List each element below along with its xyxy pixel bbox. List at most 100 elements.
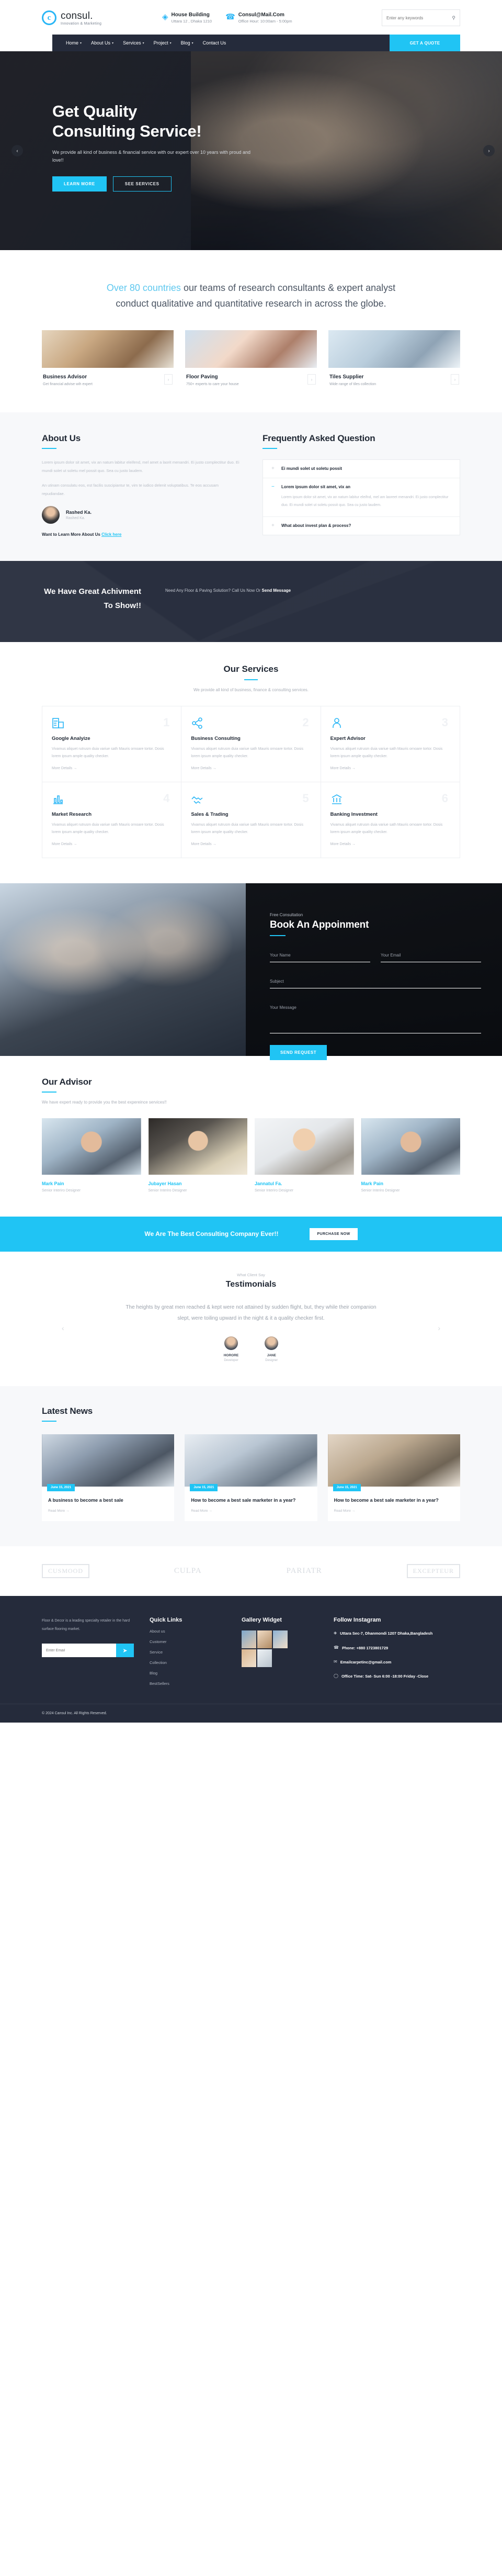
- header-info-address: ◈ House Building Uttara 12 , Dhaka 1210: [162, 12, 212, 24]
- phone-icon: ☎: [334, 1645, 339, 1650]
- service-card[interactable]: 3 Expert Advisor Vivamus aliquet rutrusm…: [321, 706, 460, 782]
- purchase-now-button[interactable]: PURCHASE NOW: [310, 1228, 358, 1240]
- search-icon[interactable]: ⚲: [452, 15, 455, 21]
- read-more-link[interactable]: Read More →: [334, 1509, 454, 1513]
- services-subtitle: We provide all kind of business, finance…: [193, 687, 309, 692]
- news-image: June 15, 2021: [185, 1434, 317, 1491]
- service-card[interactable]: 2 Business Consulting Vivamus aliquet ru…: [181, 706, 321, 782]
- read-more-link[interactable]: Read More →: [191, 1509, 311, 1513]
- service-title: Expert Advisor: [330, 735, 366, 741]
- testimonial-next-button[interactable]: ›: [438, 1324, 440, 1332]
- brand-logo: PARIATR: [286, 1567, 322, 1576]
- service-card[interactable]: 6 Banking Investment Vivamus aliquet rut…: [321, 782, 460, 858]
- nav-item-contact-us[interactable]: Contact Us: [203, 40, 226, 46]
- nav-item-services[interactable]: Services ▾: [123, 40, 144, 46]
- faq-item[interactable]: + What about invest plan & process?: [263, 517, 460, 535]
- footer-link-bestsellers[interactable]: BestSellers: [150, 1681, 228, 1686]
- nav-item-blog[interactable]: Blog ▾: [181, 40, 193, 46]
- avatar: [42, 506, 60, 524]
- brand-logo: EXCEPTEUR: [406, 1564, 460, 1579]
- newsletter-form[interactable]: ➤: [42, 1644, 134, 1658]
- gallery-thumb[interactable]: [257, 1649, 272, 1668]
- header-search[interactable]: ⚲: [382, 9, 460, 26]
- get-a-quote-button[interactable]: GET A QUOTE: [390, 35, 460, 51]
- read-more-link[interactable]: Read More →: [48, 1509, 168, 1513]
- feature-card[interactable]: Floor Paving 750+ experts to care your h…: [185, 330, 317, 386]
- testimonials-heading: Testimonials: [225, 1279, 277, 1289]
- service-card[interactable]: 4 Market Research Vivamus aliquet rutrus…: [42, 782, 181, 858]
- send-request-button[interactable]: SEND REQUEST: [270, 1044, 327, 1060]
- email-field[interactable]: Your Email: [381, 950, 481, 962]
- nav-item-about-us[interactable]: About Us ▾: [91, 40, 113, 46]
- gallery-thumb[interactable]: [257, 1630, 272, 1649]
- user-tie-icon: [330, 717, 450, 730]
- chevron-right-icon[interactable]: ›: [451, 374, 459, 385]
- info-title: House Building: [171, 12, 210, 18]
- feature-card[interactable]: Tiles Supplier Wide range of tiles colle…: [328, 330, 460, 386]
- footer-link-about-us[interactable]: About us: [150, 1629, 228, 1634]
- service-card[interactable]: 1 Google Analyize Vivamus aliquet rutrus…: [42, 706, 181, 782]
- service-card[interactable]: 5 Sales & Trading Vivamus aliquet rutrus…: [181, 782, 321, 858]
- hero-title-line2: Consulting Service!: [52, 121, 202, 140]
- gallery-thumb[interactable]: [242, 1649, 256, 1668]
- plus-icon[interactable]: +: [271, 523, 276, 528]
- testimonial-author[interactable]: HORORE Developer: [224, 1336, 238, 1362]
- feature-card[interactable]: Business Advisor Get financial advise wi…: [42, 330, 174, 386]
- newsletter-email-input[interactable]: [42, 1644, 116, 1658]
- faq-item[interactable]: − Lorem ipsum dolor sit amet, vix an Lor…: [263, 478, 460, 518]
- chevron-right-icon[interactable]: ›: [307, 374, 316, 385]
- nav-item-home[interactable]: Home ▾: [66, 40, 82, 46]
- plus-icon[interactable]: +: [271, 466, 276, 471]
- promo-title: We Are The Best Consulting Company Ever!…: [144, 1230, 279, 1238]
- testimonial-author-name: JANE: [267, 1353, 276, 1357]
- minus-icon[interactable]: −: [271, 485, 276, 490]
- more-details-link[interactable]: More Details →: [52, 767, 172, 770]
- footer-link-service[interactable]: Service: [150, 1650, 228, 1655]
- testimonials-section: What Client Say Testimonials ‹ › The hei…: [0, 1252, 502, 1386]
- see-services-button[interactable]: SEE SERVICES: [112, 176, 172, 192]
- search-input[interactable]: [386, 15, 450, 20]
- footer-link-blog[interactable]: Blog: [150, 1671, 228, 1675]
- more-details-link[interactable]: More Details →: [330, 842, 450, 846]
- chevron-right-icon[interactable]: ›: [164, 374, 173, 385]
- more-details-link[interactable]: More Details →: [191, 842, 311, 846]
- chevron-down-icon: ▾: [80, 41, 82, 45]
- appointment-section: Free Consultation Book An Appoinment You…: [0, 883, 502, 1060]
- gallery-thumb[interactable]: [242, 1630, 256, 1649]
- name-field[interactable]: Your Name: [270, 950, 370, 962]
- about-author: Rashed Ka. Rashed Ka.: [42, 506, 239, 524]
- advisor-card[interactable]: Jubayer Hasan Senior Interiro Designer: [148, 1118, 247, 1193]
- faq-column: Frequently Asked Question + Ei mundi sol…: [263, 433, 460, 537]
- message-field[interactable]: Your Message: [270, 1002, 481, 1033]
- name-placeholder: Your Name: [270, 952, 291, 958]
- gallery-grid: [242, 1630, 320, 1668]
- more-details-link[interactable]: More Details →: [330, 767, 450, 770]
- subject-field[interactable]: Subject: [270, 976, 481, 988]
- footer-link-customer[interactable]: Customer: [150, 1639, 228, 1644]
- more-details-link[interactable]: More Details →: [52, 842, 172, 846]
- news-card[interactable]: June 15, 2021 How to become a best sale …: [185, 1434, 317, 1522]
- testimonial-prev-button[interactable]: ‹: [62, 1324, 64, 1332]
- news-card[interactable]: June 15, 2021 How to become a best sale …: [327, 1434, 460, 1522]
- learn-more-link[interactable]: Click here: [101, 532, 121, 537]
- news-card[interactable]: June 15, 2021 A business to become a bes…: [42, 1434, 175, 1522]
- testimonial-author[interactable]: JANE Designer: [265, 1336, 279, 1362]
- advisor-card[interactable]: Mark Pain Senior Interiro Designer: [361, 1118, 460, 1193]
- faq-item[interactable]: + Ei mundi solet ut soletu possit: [263, 460, 460, 479]
- nav-item-project[interactable]: Project ▾: [154, 40, 172, 46]
- header-info-contact: ☎ Consul@Mail.Com Office Hour: 10:00am -…: [225, 12, 292, 24]
- send-message-link[interactable]: Send Message: [262, 588, 291, 593]
- advisor-card[interactable]: Mark Pain Senior Interiro Designer: [42, 1118, 141, 1193]
- more-details-link[interactable]: More Details →: [191, 767, 311, 770]
- hero-prev-button[interactable]: ‹: [12, 145, 23, 156]
- footer-link-collection[interactable]: Collection: [150, 1660, 228, 1665]
- brand-logo[interactable]: c consul. Innovation & Marketing: [42, 10, 162, 26]
- advisor-card[interactable]: Jannatul Fa. Senior Interiro Designer: [255, 1118, 354, 1193]
- gallery-thumb[interactable]: [273, 1630, 288, 1649]
- footer-bottom: © 2024 Cansul Inc. All Rights Reserved.: [0, 1704, 502, 1723]
- newsletter-submit-button[interactable]: ➤: [116, 1644, 134, 1658]
- location-pin-icon: ◈: [162, 13, 168, 21]
- hero-next-button[interactable]: ›: [483, 145, 495, 156]
- info-sub: Uttara 12 , Dhaka 1210: [171, 19, 212, 24]
- learn-more-button[interactable]: LEARN MORE: [52, 176, 107, 192]
